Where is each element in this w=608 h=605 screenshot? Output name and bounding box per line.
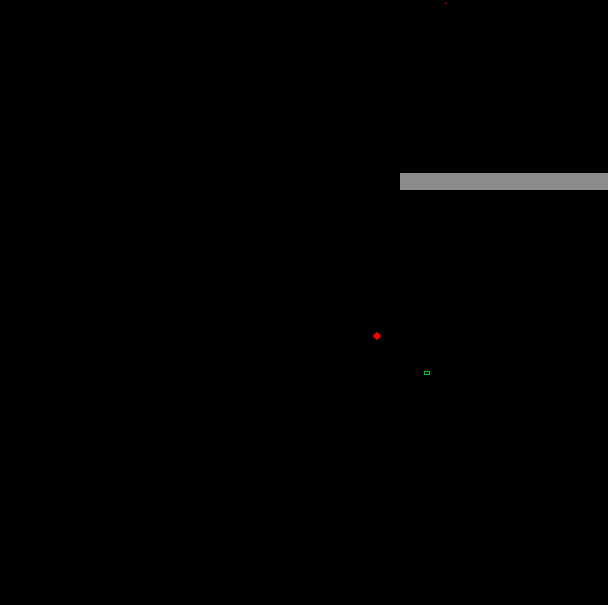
moving-average-lines [0, 0, 608, 605]
short-top-signal-label [445, 2, 447, 4]
stock-chart-window [0, 0, 608, 605]
resistance-band [400, 173, 608, 190]
fall-signal-label [424, 371, 430, 375]
